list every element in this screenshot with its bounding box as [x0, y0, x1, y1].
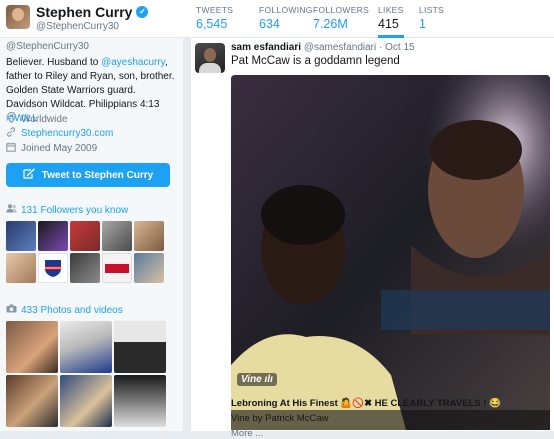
starters-logo	[105, 263, 129, 273]
stat-label: FOLLOWERS	[313, 5, 370, 15]
stat-likes[interactable]: LIKES 415	[378, 5, 404, 38]
follower-avatar[interactable]	[134, 253, 164, 283]
followers-you-know-label: 131 Followers you know	[21, 204, 129, 216]
tweet-date[interactable]: Oct 15	[385, 42, 414, 53]
profile-avatar-small[interactable]	[6, 5, 30, 29]
followers-you-know-header[interactable]: 131 Followers you know	[6, 204, 128, 216]
profile-sidebar: @StephenCurry30 Believer. Husband to @ay…	[0, 38, 183, 431]
profile-name[interactable]: Stephen Curry	[36, 4, 132, 20]
stat-value: 6,545	[196, 17, 228, 31]
follower-avatar[interactable]	[102, 221, 132, 251]
verified-icon: ✓	[136, 6, 149, 18]
bio-text: Believer. Husband to	[6, 57, 102, 68]
media-thumbnail[interactable]	[60, 375, 112, 427]
tweet-to-label: Tweet to Stephen Curry	[41, 169, 154, 181]
photos-videos-label: 433 Photos and videos	[21, 304, 123, 316]
video-byline: Vine by Patrick McCaw	[231, 413, 329, 424]
follower-avatar[interactable]	[70, 253, 100, 283]
media-grid	[6, 321, 166, 427]
media-thumbnail[interactable]	[60, 321, 112, 373]
follower-avatar[interactable]	[70, 221, 100, 251]
vine-badge-label: Vine	[241, 374, 262, 385]
stat-followers[interactable]: FOLLOWERS 7.26M	[313, 5, 369, 31]
media-thumbnail[interactable]	[114, 375, 166, 427]
tweet-text: Pat McCaw is a goddamn legend	[231, 55, 400, 67]
link-icon	[6, 127, 16, 140]
profile-location: Worldwide	[6, 111, 68, 126]
followers-grid	[6, 221, 164, 283]
follower-avatar[interactable]	[38, 221, 68, 251]
tweet-to-button[interactable]: Tweet to Stephen Curry	[6, 163, 170, 187]
follower-avatar[interactable]	[6, 221, 36, 251]
compose-icon	[23, 168, 36, 182]
camera-icon	[6, 304, 17, 316]
follower-avatar[interactable]	[134, 221, 164, 251]
vine-video-player[interactable]: Vine ılı	[231, 75, 550, 430]
media-thumbnail[interactable]	[6, 321, 58, 373]
stat-value: 634	[259, 17, 280, 31]
location-icon	[6, 111, 16, 126]
stat-value: 1	[419, 17, 426, 31]
stat-lists[interactable]: LISTS 1	[419, 5, 444, 31]
profile-handle[interactable]: @StephenCurry30	[6, 41, 89, 52]
stat-tweets[interactable]: TWEETS 6,545	[196, 5, 233, 31]
profile-website: Stephencurry30.com	[6, 127, 113, 140]
tweet-author-handle[interactable]: @samesfandiari	[304, 42, 376, 53]
stat-label: FOLLOWING	[259, 5, 313, 15]
media-thumbnail[interactable]	[6, 375, 58, 427]
stat-following[interactable]: FOLLOWING 634	[259, 5, 313, 31]
profile-handle-header[interactable]: @StephenCurry30	[36, 21, 119, 32]
joined-text: Joined May 2009	[21, 143, 98, 154]
profile-joined: Joined May 2009	[6, 142, 97, 155]
media-thumbnail[interactable]	[114, 321, 166, 373]
follower-avatar[interactable]	[38, 253, 68, 283]
calendar-icon	[6, 142, 16, 155]
tweet-author-avatar[interactable]	[195, 43, 225, 73]
follower-avatar[interactable]	[6, 253, 36, 283]
website-link[interactable]: Stephencurry30.com	[21, 128, 113, 139]
video-more-link[interactable]: More ...	[231, 428, 263, 439]
timeline: sam esfandiari @samesfandiari · Oct 15 P…	[190, 38, 554, 439]
photos-videos-header[interactable]: 433 Photos and videos	[6, 304, 123, 316]
stat-label: TWEETS	[196, 5, 234, 15]
tweet-separator: ·	[379, 42, 383, 53]
vine-icon: Vine ılı	[237, 373, 277, 386]
bio-mention-link[interactable]: @ayeshacurry	[101, 57, 165, 68]
tweet-author-name[interactable]: sam esfandiari	[231, 42, 301, 53]
video-frame	[231, 75, 550, 430]
stat-value: 7.26M	[313, 17, 348, 31]
location-text: Worldwide	[21, 113, 68, 125]
people-icon	[6, 204, 17, 216]
stat-label: LIKES	[378, 5, 404, 15]
video-caption[interactable]: Lebroning At His Finest 🤷🚫✖ HE CLEARLY T…	[231, 398, 501, 409]
follower-avatar[interactable]	[102, 253, 132, 283]
profile-nav-bar: Stephen Curry ✓ @StephenCurry30 TWEETS 6…	[0, 0, 554, 38]
profile-name-header[interactable]: Stephen Curry ✓	[36, 4, 149, 20]
stat-label: LISTS	[419, 5, 445, 15]
stat-value: 415	[378, 17, 399, 31]
tweet-header: sam esfandiari @samesfandiari · Oct 15	[231, 42, 415, 53]
